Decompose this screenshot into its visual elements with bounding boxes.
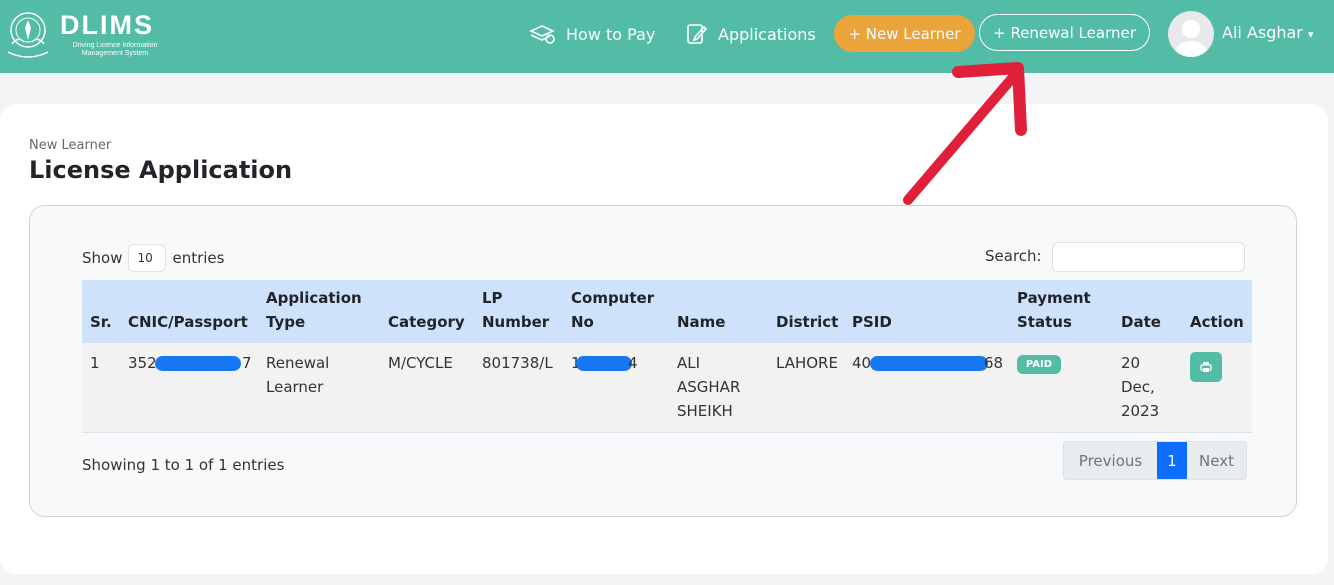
th-application-type[interactable]: Application Type bbox=[266, 286, 362, 334]
cell-psid-start: 40 bbox=[852, 354, 872, 372]
user-menu[interactable]: Ali Asghar ▾ bbox=[1222, 23, 1314, 42]
redaction-psid bbox=[870, 356, 988, 371]
renewal-learner-button[interactable]: + Renewal Learner bbox=[979, 14, 1150, 51]
user-name: Ali Asghar bbox=[1222, 23, 1303, 42]
th-computer-line1: Computer bbox=[571, 289, 655, 307]
nav-applications-label: Applications bbox=[718, 24, 816, 44]
dlims-logo[interactable]: DLIMS Driving Licence Information Manage… bbox=[4, 6, 164, 62]
print-button[interactable] bbox=[1190, 352, 1222, 382]
table-info: Showing 1 to 1 of 1 entries bbox=[82, 456, 285, 474]
payment-icon bbox=[529, 25, 555, 44]
cell-app-type-line2: Learner bbox=[266, 378, 324, 396]
page-title: License Application bbox=[29, 156, 293, 184]
cell-name-line3: SHEIKH bbox=[677, 402, 733, 420]
printer-icon bbox=[1200, 362, 1212, 372]
cell-psid-end: 68 bbox=[984, 354, 1004, 372]
nav-how-to-pay[interactable]: How to Pay bbox=[528, 19, 655, 49]
th-computer-no[interactable]: Computer No bbox=[571, 286, 654, 334]
th-computer-line2: No bbox=[571, 313, 594, 331]
nav-how-to-pay-label: How to Pay bbox=[566, 24, 656, 44]
logo-subtitle: Driving Licence Information Management S… bbox=[72, 42, 158, 57]
cell-name-line1: ALI bbox=[677, 354, 701, 372]
th-name[interactable]: Name bbox=[677, 310, 725, 334]
cell-category: M/CYCLE bbox=[388, 354, 453, 372]
th-cnic[interactable]: CNIC/Passport bbox=[128, 310, 248, 334]
new-learner-button[interactable]: + New Learner bbox=[834, 15, 975, 52]
show-label: Show bbox=[82, 249, 123, 267]
th-lp-number[interactable]: LP Number bbox=[482, 286, 549, 334]
emblem-icon bbox=[7, 12, 49, 58]
cell-date-line3: 2023 bbox=[1121, 402, 1160, 420]
th-lp-line1: LP bbox=[482, 289, 503, 307]
cell-computer-end: 4 bbox=[628, 354, 638, 372]
th-lp-line2: Number bbox=[482, 313, 550, 331]
entries-select[interactable]: 10 bbox=[128, 244, 167, 272]
entries-label: entries bbox=[172, 249, 225, 267]
top-navbar: DLIMS Driving Licence Information Manage… bbox=[0, 0, 1334, 73]
edit-document-icon bbox=[687, 24, 708, 44]
th-date[interactable]: Date bbox=[1121, 310, 1161, 334]
th-district[interactable]: District bbox=[776, 310, 838, 334]
search-label: Search: bbox=[985, 247, 1042, 265]
cell-name-line2: ASGHAR bbox=[677, 378, 741, 396]
breadcrumb: New Learner bbox=[29, 138, 112, 153]
th-application-type-line2: Type bbox=[266, 313, 306, 331]
redaction-cnic bbox=[155, 356, 241, 371]
search-input[interactable] bbox=[1052, 242, 1245, 272]
annotation-arrow-icon bbox=[903, 62, 1027, 205]
cell-cnic-start: 352 bbox=[128, 354, 157, 372]
logo-title: DLIMS bbox=[60, 10, 154, 40]
th-sr[interactable]: Sr. bbox=[90, 310, 112, 334]
cell-sr: 1 bbox=[90, 354, 100, 372]
th-action[interactable]: Action bbox=[1190, 310, 1244, 334]
th-psid[interactable]: PSID bbox=[852, 310, 892, 334]
previous-page-button[interactable]: Previous bbox=[1064, 442, 1157, 479]
th-payment-status[interactable]: Payment Status bbox=[1017, 286, 1091, 334]
cell-cnic-end: 7 bbox=[242, 354, 252, 372]
cell-name: ALI ASGHAR SHEIKH bbox=[677, 351, 740, 423]
user-avatar-icon bbox=[1175, 20, 1207, 57]
page-1-button[interactable]: 1 bbox=[1157, 442, 1187, 479]
cell-lp-number: 801738/L bbox=[482, 354, 553, 372]
entries-length-control: Show 10 entries bbox=[82, 244, 224, 272]
nav-applications[interactable]: Applications bbox=[686, 19, 816, 49]
table-row bbox=[82, 343, 1252, 433]
th-application-type-line1: Application bbox=[266, 289, 362, 307]
th-payment-line1: Payment bbox=[1017, 289, 1091, 307]
th-category[interactable]: Category bbox=[388, 310, 465, 334]
th-payment-line2: Status bbox=[1017, 313, 1072, 331]
cell-district: LAHORE bbox=[776, 354, 838, 372]
cell-application-type: Renewal Learner bbox=[266, 351, 329, 399]
next-page-button[interactable]: Next bbox=[1187, 442, 1246, 479]
redaction-computer-no bbox=[576, 356, 632, 371]
status-badge: PAID bbox=[1017, 355, 1061, 374]
cell-date: 20 Dec, 2023 bbox=[1121, 351, 1159, 423]
cell-date-line2: Dec, bbox=[1121, 378, 1155, 396]
caret-down-icon: ▾ bbox=[1307, 28, 1314, 41]
avatar[interactable] bbox=[1168, 11, 1214, 57]
cell-app-type-line1: Renewal bbox=[266, 354, 330, 372]
cell-date-line1: 20 bbox=[1121, 354, 1141, 372]
pagination: Previous 1 Next bbox=[1063, 441, 1247, 480]
